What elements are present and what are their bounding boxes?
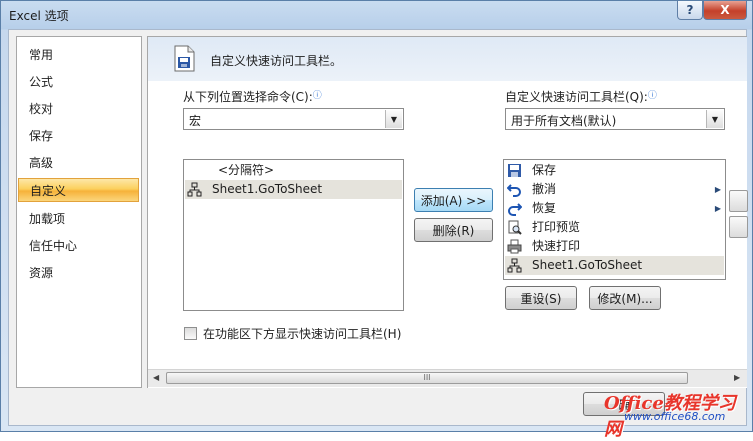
nav-item-proofing[interactable]: 校对 [18, 97, 139, 121]
category-nav: 常用 公式 校对 保存 高级 自定义 加载项 信任中心 资源 [16, 36, 142, 388]
nav-item-customize[interactable]: 自定义 [18, 178, 139, 202]
list-item[interactable]: 恢复 ▶ [505, 199, 724, 218]
customize-panel: 自定义快速访问工具栏。 从下列位置选择命令(C):ⓘ 宏 ▼ 自定义快速访问工具… [147, 36, 747, 388]
chevron-down-icon[interactable]: ▼ [385, 110, 402, 128]
macro-icon [507, 258, 522, 273]
customize-scope-value: 用于所有文档(默认) [511, 114, 617, 128]
choose-commands-text: 从下列位置选择命令(C): [183, 90, 313, 104]
toolbar-commands-list[interactable]: 保存 撤消 ▶ 恢复 ▶ 打印预览 快速打印 Sheet1.GoToSheet [503, 159, 726, 280]
chevron-right-icon: ▶ [714, 204, 721, 213]
customize-qat-text: 自定义快速访问工具栏(Q): [505, 90, 648, 104]
nav-item-save[interactable]: 保存 [18, 124, 139, 148]
nav-item-formulas[interactable]: 公式 [18, 70, 139, 94]
add-button[interactable]: 添加(A) >> [414, 188, 493, 212]
macro-label: Sheet1.GoToSheet [212, 182, 323, 196]
undo-icon [507, 184, 521, 197]
quick-print-icon [507, 239, 522, 254]
remove-button[interactable]: 删除(R) [414, 218, 493, 242]
customize-scope-combo[interactable]: 用于所有文档(默认) ▼ [505, 108, 725, 130]
info-icon[interactable]: ⓘ [648, 91, 657, 101]
move-down-button[interactable] [729, 216, 748, 238]
scroll-thumb[interactable]: III [166, 372, 688, 384]
redo-label: 恢复 [532, 201, 557, 215]
customize-qat-label: 自定义快速访问工具栏(Q):ⓘ [505, 88, 657, 105]
window-title: Excel 选项 [9, 9, 69, 23]
scroll-right-icon[interactable]: ▶ [734, 373, 740, 382]
choose-commands-combo[interactable]: 宏 ▼ [183, 108, 404, 130]
undo-label: 撤消 [532, 182, 557, 196]
print-preview-label: 打印预览 [532, 220, 581, 234]
nav-item-resources[interactable]: 资源 [18, 261, 139, 285]
quick-print-label: 快速打印 [532, 239, 581, 253]
move-up-button[interactable] [729, 190, 748, 212]
list-item[interactable]: 快速打印 [505, 237, 724, 256]
list-item[interactable]: <分隔符> [185, 161, 402, 180]
show-below-ribbon-checkbox[interactable] [184, 327, 197, 340]
title-bar[interactable]: Excel 选项 ? X [1, 1, 752, 29]
chevron-right-icon: ▶ [714, 185, 721, 194]
help-button[interactable]: ? [677, 1, 703, 20]
save-icon [508, 164, 521, 177]
list-item[interactable]: Sheet1.GoToSheet [505, 256, 724, 275]
list-item[interactable]: Sheet1.GoToSheet [185, 180, 402, 199]
nav-item-trust-center[interactable]: 信任中心 [18, 234, 139, 258]
choose-commands-value: 宏 [189, 114, 202, 128]
reset-button[interactable]: 重设(S) [505, 286, 577, 310]
chevron-down-icon[interactable]: ▼ [706, 110, 723, 128]
panel-header: 自定义快速访问工具栏。 [148, 37, 747, 81]
print-preview-icon [508, 220, 522, 235]
separator-label: <分隔符> [218, 163, 275, 177]
available-commands-list[interactable]: <分隔符> Sheet1.GoToSheet [183, 159, 404, 311]
list-item[interactable]: 撤消 ▶ [505, 180, 724, 199]
horizontal-scrollbar[interactable]: ◀ III ▶ [148, 369, 747, 387]
macro-icon [187, 182, 202, 197]
excel-options-window: Excel 选项 ? X 常用 公式 校对 保存 高级 自定义 加载项 信任中心… [0, 0, 753, 432]
macro-label: Sheet1.GoToSheet [532, 258, 643, 272]
list-item[interactable]: 打印预览 [505, 218, 724, 237]
modify-button[interactable]: 修改(M)... [589, 286, 661, 310]
nav-item-addins[interactable]: 加载项 [18, 207, 139, 231]
choose-commands-label: 从下列位置选择命令(C):ⓘ [183, 88, 322, 105]
close-button[interactable]: X [703, 1, 747, 20]
nav-item-common[interactable]: 常用 [18, 43, 139, 67]
customize-toolbar-icon [174, 45, 195, 72]
redo-icon [508, 203, 522, 216]
watermark-url: www.office68.com [624, 410, 726, 423]
panel-title: 自定义快速访问工具栏。 [210, 54, 343, 68]
dialog-client-area: 常用 公式 校对 保存 高级 自定义 加载项 信任中心 资源 自定义快速访问工具… [8, 29, 748, 426]
save-label: 保存 [532, 163, 557, 177]
info-icon[interactable]: ⓘ [313, 91, 322, 101]
scroll-left-icon[interactable]: ◀ [153, 373, 159, 382]
show-below-ribbon-label[interactable]: 在功能区下方显示快速访问工具栏(H) [203, 325, 401, 342]
nav-item-advanced[interactable]: 高级 [18, 151, 139, 175]
list-item[interactable]: 保存 [505, 161, 724, 180]
